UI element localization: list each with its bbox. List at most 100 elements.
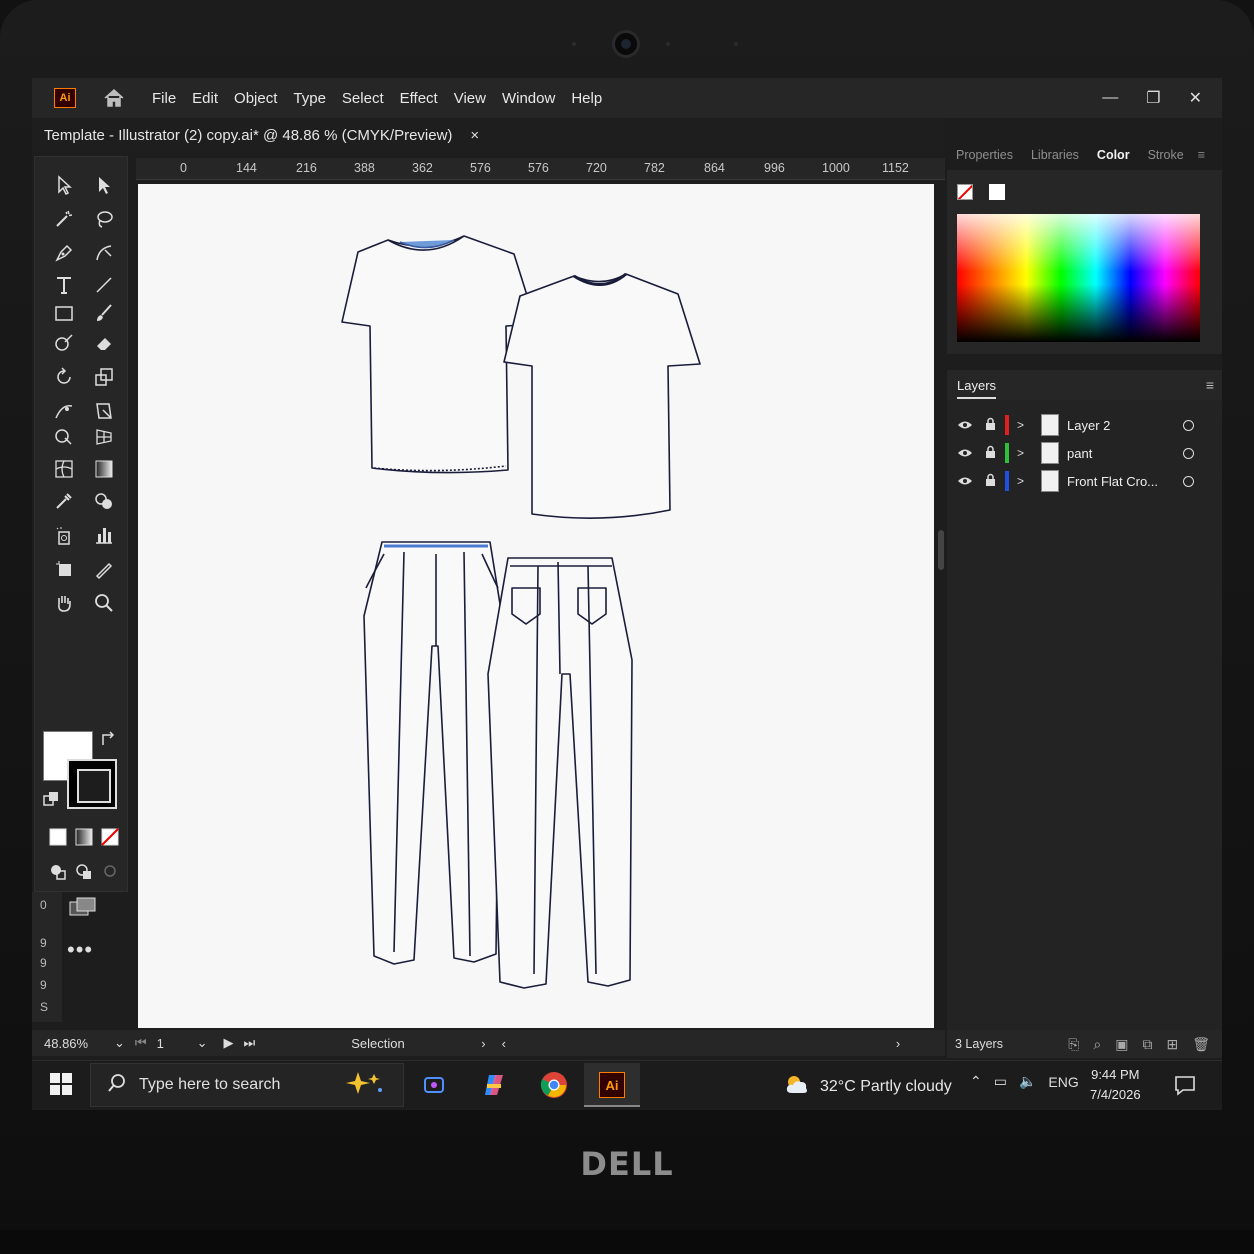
- chrome-icon[interactable]: [536, 1067, 572, 1103]
- visibility-eye-icon[interactable]: [957, 474, 973, 489]
- curvature-tool-icon[interactable]: [89, 239, 119, 267]
- expand-chevron-icon[interactable]: >: [1017, 418, 1024, 432]
- delete-layer-icon[interactable]: 🗑: [1192, 1036, 1210, 1053]
- line-tool-icon[interactable]: [89, 271, 119, 299]
- collect-export-icon[interactable]: ⎘: [1068, 1036, 1079, 1053]
- lasso-tool-icon[interactable]: [89, 205, 119, 233]
- taskbar-search[interactable]: Type here to search: [90, 1063, 404, 1107]
- slice-tool-icon[interactable]: [89, 555, 119, 583]
- rotate-tool-icon[interactable]: [49, 363, 79, 391]
- expand-chevron-icon[interactable]: >: [1017, 474, 1024, 488]
- visibility-eye-icon[interactable]: [957, 418, 973, 433]
- layers-tab[interactable]: Layers: [957, 372, 997, 399]
- magic-wand-tool-icon[interactable]: [49, 205, 79, 233]
- locate-object-icon[interactable]: ⌕: [1093, 1036, 1101, 1053]
- menu-object[interactable]: Object: [226, 90, 285, 107]
- status-arrow-icon[interactable]: ›: [481, 1036, 485, 1051]
- tray-overflow-icon[interactable]: ⌃: [970, 1073, 982, 1090]
- symbol-sprayer-tool-icon[interactable]: [49, 521, 79, 549]
- close-tab-icon[interactable]: ×: [470, 127, 479, 144]
- menu-help[interactable]: Help: [563, 90, 610, 107]
- stroke-color-swatch[interactable]: [67, 759, 117, 809]
- zoom-dropdown-icon[interactable]: ⌄: [114, 1035, 125, 1051]
- vertical-scrollbar[interactable]: [936, 180, 946, 1020]
- tab-properties[interactable]: Properties: [947, 148, 1022, 162]
- hscroll-right-icon[interactable]: ›: [896, 1036, 900, 1051]
- selection-tool-icon[interactable]: [49, 171, 79, 199]
- lock-icon[interactable]: [985, 417, 997, 433]
- minimize-button[interactable]: —: [1102, 89, 1118, 107]
- restore-button[interactable]: ❐: [1146, 88, 1160, 108]
- taskbar-clock[interactable]: 9:44 PM 7/4/2026: [1090, 1065, 1141, 1105]
- close-button[interactable]: ✕: [1189, 88, 1202, 108]
- perspective-grid-tool-icon[interactable]: [89, 423, 119, 451]
- new-layer-icon[interactable]: ⊞: [1166, 1036, 1178, 1053]
- none-mode-icon[interactable]: [95, 823, 125, 851]
- swap-colors-icon[interactable]: [97, 727, 121, 751]
- draw-inside-icon[interactable]: [95, 857, 125, 885]
- visibility-eye-icon[interactable]: [957, 446, 973, 461]
- layer-target-icon[interactable]: [1183, 419, 1194, 431]
- eraser-tool-icon[interactable]: [89, 329, 119, 357]
- layers-menu-icon[interactable]: ≡: [1206, 377, 1214, 393]
- more-tools-button[interactable]: •••: [67, 937, 93, 963]
- new-sublayer-icon[interactable]: ⧉: [1142, 1036, 1152, 1053]
- zoom-level[interactable]: 48.86%: [44, 1036, 114, 1051]
- screen-mode-icon[interactable]: [65, 893, 101, 921]
- lock-icon[interactable]: [985, 473, 997, 489]
- none-swatch[interactable]: [957, 184, 973, 200]
- layer-row[interactable]: > Layer 2: [947, 412, 1207, 438]
- layer-row[interactable]: > Front Flat Cro...: [947, 468, 1207, 494]
- illustrator-task-icon[interactable]: Ai: [594, 1067, 630, 1103]
- free-transform-tool-icon[interactable]: [89, 397, 119, 425]
- shaper-tool-icon[interactable]: [49, 329, 79, 357]
- snipping-tool-icon[interactable]: [416, 1067, 452, 1103]
- paintbrush-tool-icon[interactable]: [89, 299, 119, 327]
- menu-file[interactable]: File: [144, 90, 184, 107]
- default-colors-icon[interactable]: [39, 787, 63, 811]
- pen-tool-icon[interactable]: [49, 239, 79, 267]
- zoom-tool-icon[interactable]: [89, 589, 119, 617]
- lock-icon[interactable]: [985, 445, 997, 461]
- rectangle-tool-icon[interactable]: [49, 299, 79, 327]
- menu-type[interactable]: Type: [285, 90, 334, 107]
- shape-builder-tool-icon[interactable]: [49, 423, 79, 451]
- weather-widget[interactable]: 32°C Partly cloudy: [784, 1073, 952, 1100]
- panel-menu-icon[interactable]: ≡: [1189, 148, 1214, 162]
- gradient-tool-icon[interactable]: [89, 455, 119, 483]
- blend-tool-icon[interactable]: [89, 487, 119, 515]
- menu-select[interactable]: Select: [334, 90, 392, 107]
- layer-target-icon[interactable]: [1183, 447, 1194, 459]
- eyedropper-tool-icon[interactable]: [49, 487, 79, 515]
- artboard-number[interactable]: 1: [157, 1036, 197, 1051]
- layer-name[interactable]: Layer 2: [1067, 418, 1110, 433]
- color-spectrum[interactable]: [957, 214, 1200, 342]
- tab-color[interactable]: Color: [1088, 148, 1139, 162]
- network-icon[interactable]: ▭: [994, 1073, 1007, 1090]
- layer-target-icon[interactable]: [1183, 475, 1194, 487]
- tab-libraries[interactable]: Libraries: [1022, 148, 1088, 162]
- artboard[interactable]: [138, 184, 934, 1028]
- tab-stroke[interactable]: Stroke: [1139, 148, 1193, 162]
- layer-name[interactable]: pant: [1067, 446, 1092, 461]
- scale-tool-icon[interactable]: [89, 363, 119, 391]
- type-tool-icon[interactable]: [49, 271, 79, 299]
- hand-tool-icon[interactable]: [49, 589, 79, 617]
- menu-window[interactable]: Window: [494, 90, 563, 107]
- document-tab[interactable]: Template - Illustrator (2) copy.ai* @ 48…: [44, 118, 479, 152]
- first-artboard-icon[interactable]: ⏮: [135, 1035, 147, 1051]
- column-graph-tool-icon[interactable]: [89, 521, 119, 549]
- puppet-warp-tool-icon[interactable]: [49, 397, 79, 425]
- current-tool-status[interactable]: Selection: [351, 1036, 481, 1051]
- next-artboard-icon[interactable]: ▶: [224, 1035, 234, 1051]
- copilot-icon[interactable]: [476, 1067, 512, 1103]
- expand-chevron-icon[interactable]: >: [1017, 446, 1024, 460]
- home-icon[interactable]: [100, 86, 128, 110]
- artboard-tool-icon[interactable]: [49, 555, 79, 583]
- hscroll-left-icon[interactable]: ‹: [502, 1036, 506, 1051]
- search-highlight-sparkle-icon[interactable]: [346, 1070, 384, 1101]
- artboard-dropdown-icon[interactable]: ⌄: [197, 1035, 208, 1051]
- notification-icon[interactable]: [1174, 1074, 1196, 1101]
- menu-edit[interactable]: Edit: [184, 90, 226, 107]
- scroll-thumb[interactable]: [938, 530, 944, 570]
